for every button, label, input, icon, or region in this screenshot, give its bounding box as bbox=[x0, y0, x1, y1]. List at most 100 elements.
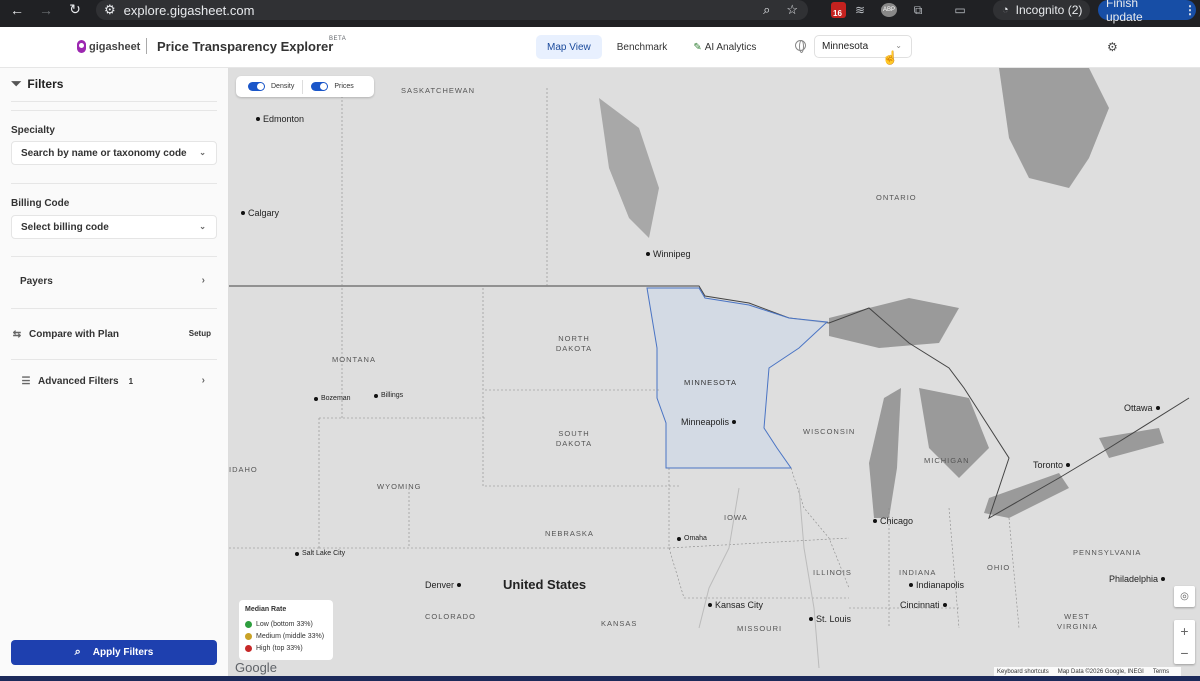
region-label: IOWA bbox=[724, 513, 748, 522]
city-dot bbox=[457, 583, 462, 587]
median-rate-legend: Median Rate Low (bottom 33%) Medium (mid… bbox=[239, 600, 333, 660]
zoom-in-button[interactable]: + bbox=[1174, 620, 1195, 642]
terms-link[interactable]: Terms bbox=[1153, 669, 1169, 675]
city-dot bbox=[873, 519, 877, 523]
payers-row[interactable]: Payers › bbox=[11, 271, 217, 291]
prices-toggle[interactable] bbox=[311, 82, 329, 91]
city-marker: Cincinnati bbox=[900, 600, 947, 610]
settings-gear-icon[interactable]: ⚙ bbox=[1107, 40, 1118, 54]
tab-map-view[interactable]: Map View bbox=[536, 35, 602, 59]
city-dot bbox=[256, 117, 260, 121]
city-label: Calgary bbox=[248, 208, 280, 218]
chevron-right-icon: › bbox=[201, 275, 205, 286]
filters-sidebar: ⏷ Filters Specialty Search by name or ta… bbox=[0, 68, 229, 681]
bottom-edge bbox=[0, 676, 1200, 681]
finish-update-label: Finish update bbox=[1106, 0, 1143, 24]
bookmark-star-icon[interactable]: ☆ bbox=[786, 2, 798, 18]
city-marker: Edmonton bbox=[256, 114, 304, 124]
globe-icon bbox=[795, 40, 806, 53]
city-marker: Ottawa bbox=[1124, 403, 1160, 413]
extension-icon[interactable]: 16 bbox=[831, 2, 846, 18]
keyboard-shortcuts-link[interactable]: Keyboard shortcuts bbox=[997, 669, 1049, 675]
region-label: INDIANA bbox=[899, 568, 937, 577]
address-bar[interactable]: ⚙ explore.gigasheet.com ⌕ ☆ bbox=[96, 0, 808, 20]
region-label: PENNSYLVANIA bbox=[1073, 548, 1142, 557]
region-label: NORTH DAKOTA bbox=[555, 334, 593, 353]
city-marker: Denver bbox=[425, 580, 462, 590]
cast-icon[interactable]: ▭ bbox=[952, 0, 968, 20]
city-marker: Toronto bbox=[1033, 460, 1071, 470]
specialty-select[interactable]: Search by name or taxonomy code ⌄ bbox=[11, 141, 217, 165]
region-label: MICHIGAN bbox=[924, 456, 970, 465]
tab-benchmark[interactable]: Benchmark bbox=[606, 35, 679, 59]
region-label: SASKATCHEWAN bbox=[401, 86, 476, 95]
forward-icon[interactable]: → bbox=[33, 0, 59, 23]
layer-toggles: Density Prices bbox=[236, 76, 374, 97]
zoom-controls: + − bbox=[1174, 620, 1195, 664]
tab-label: Benchmark bbox=[616, 41, 668, 53]
tab-label: Map View bbox=[547, 41, 591, 53]
map-base bbox=[229, 68, 1200, 676]
density-toggle[interactable] bbox=[248, 82, 265, 91]
city-marker: St. Louis bbox=[809, 614, 851, 624]
region-label: IDAHO bbox=[229, 465, 258, 474]
city-label: Salt Lake City bbox=[302, 550, 346, 557]
city-marker: Calgary bbox=[241, 208, 279, 218]
pencil-icon: ✎ bbox=[693, 41, 702, 53]
city-label: Chicago bbox=[880, 516, 914, 526]
filters-header: ⏷ Filters bbox=[11, 76, 63, 92]
advanced-filters-row[interactable]: ☰ Advanced Filters 1 › bbox=[11, 371, 217, 391]
adblock-icon[interactable]: ABP bbox=[881, 3, 897, 17]
region-label: ILLINOIS bbox=[813, 568, 852, 577]
back-icon[interactable]: ← bbox=[4, 0, 30, 23]
region-label: ONTARIO bbox=[876, 193, 917, 202]
app-header: gigasheet Price Transparency Explorer BE… bbox=[0, 27, 1200, 68]
city-marker: Billings bbox=[374, 392, 403, 399]
billing-code-select[interactable]: Select billing code ⌄ bbox=[11, 215, 217, 239]
incognito-label: Incognito (2) bbox=[1015, 3, 1083, 17]
city-label: Toronto bbox=[1033, 460, 1064, 470]
my-location-icon[interactable]: ◎ bbox=[1174, 586, 1195, 607]
city-label: Kansas City bbox=[715, 600, 764, 610]
gigasheet-logo[interactable]: gigasheet bbox=[77, 40, 140, 53]
city-dot bbox=[646, 252, 650, 256]
extension-feather-icon[interactable]: ≋ bbox=[853, 0, 867, 20]
city-marker: Chicago bbox=[873, 516, 913, 526]
compare-with-plan-row[interactable]: ⇆ Compare with Plan Setup bbox=[11, 324, 217, 344]
site-info-icon[interactable]: ⚙ bbox=[104, 2, 116, 18]
city-label: Bozeman bbox=[321, 395, 351, 402]
city-label: Winnipeg bbox=[653, 249, 691, 259]
city-label: Philadelphia bbox=[1109, 574, 1159, 584]
beta-badge: BETA bbox=[329, 36, 347, 42]
billing-code-placeholder: Select billing code bbox=[21, 221, 109, 233]
payers-label: Payers bbox=[20, 275, 53, 287]
advanced-filters-label: Advanced Filters bbox=[38, 375, 119, 387]
city-dot bbox=[942, 603, 947, 607]
tab-ai-analytics[interactable]: ✎ AI Analytics bbox=[682, 35, 767, 59]
extension-badge-count: 16 bbox=[833, 9, 842, 18]
incognito-chip[interactable]: ◔ Incognito (2) bbox=[993, 0, 1090, 20]
setup-link[interactable]: Setup bbox=[189, 329, 211, 338]
kebab-menu-icon: ⋮ bbox=[1184, 3, 1196, 17]
legend-label: Low (bottom 33%) bbox=[256, 620, 313, 628]
sliders-icon: ☰ bbox=[21, 375, 31, 387]
chevron-down-icon: ⌄ bbox=[199, 148, 206, 157]
zoom-out-button[interactable]: − bbox=[1174, 642, 1195, 664]
city-dot bbox=[314, 396, 318, 401]
legend-item: High (top 33%) bbox=[245, 642, 333, 654]
region-label: KANSAS bbox=[601, 619, 638, 628]
reload-icon[interactable]: ↻ bbox=[62, 0, 88, 23]
map-data-credit: Map Data ©2026 Google, INEGI bbox=[1057, 668, 1144, 675]
extensions-puzzle-icon[interactable]: ⧉ bbox=[910, 0, 926, 20]
map-canvas[interactable]: Density Prices SASKATCHEWAN ONTARIO NORT… bbox=[229, 68, 1200, 676]
zoom-icon[interactable]: ⌕ bbox=[763, 2, 770, 18]
finish-update-button[interactable]: Finish update ⋮ bbox=[1098, 0, 1196, 24]
search-icon: ⌕ bbox=[74, 646, 81, 658]
divider bbox=[11, 110, 217, 111]
gigasheet-logo-icon bbox=[77, 40, 86, 53]
apply-filters-button[interactable]: ⌕ Apply Filters bbox=[11, 640, 217, 665]
region-label: MONTANA bbox=[332, 355, 376, 364]
prices-toggle-label: Prices bbox=[334, 83, 354, 90]
region-label: WEST VIRGINIA bbox=[1057, 612, 1098, 631]
city-dot bbox=[241, 211, 245, 215]
